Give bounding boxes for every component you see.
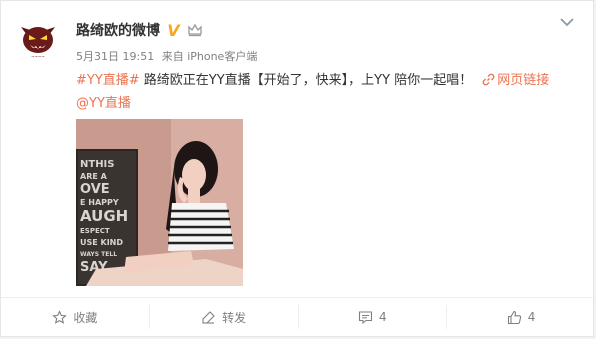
svg-text:AUGH: AUGH bbox=[80, 207, 128, 225]
web-link[interactable]: 网页链接 bbox=[497, 73, 549, 88]
author-name[interactable]: 路绮欧的微博 bbox=[76, 20, 160, 40]
repost-button[interactable]: 转发 bbox=[150, 305, 299, 329]
svg-text:NTHIS: NTHIS bbox=[80, 159, 114, 170]
chevron-down-icon[interactable] bbox=[559, 16, 575, 28]
svg-text:WAYS TELL: WAYS TELL bbox=[80, 251, 117, 258]
post-image: NTHIS ARE A OVE E HAPPY AUGH ESPECT USE … bbox=[76, 119, 243, 286]
comment-button[interactable]: 4 bbox=[299, 305, 448, 329]
thumbs-up-icon bbox=[507, 310, 521, 324]
link-icon bbox=[482, 73, 495, 86]
svg-text:~~~~: ~~~~ bbox=[31, 54, 44, 59]
comment-icon bbox=[358, 310, 373, 324]
post-text: 路绮欧正在YY直播【开始了，快来】，上YY 陪你一起唱！ bbox=[139, 73, 473, 88]
svg-text:ESPECT: ESPECT bbox=[80, 227, 110, 235]
repost-label: 转发 bbox=[222, 310, 247, 325]
comment-count: 4 bbox=[379, 310, 387, 324]
favorite-label: 收藏 bbox=[73, 310, 98, 325]
svg-text:OVE: OVE bbox=[80, 182, 110, 197]
like-button[interactable]: 4 bbox=[447, 305, 595, 329]
favorite-button[interactable]: 收藏 bbox=[1, 305, 150, 329]
post-meta: 5月31日 19:51 来自 iPhone客户端 bbox=[76, 48, 261, 64]
svg-text:USE KIND: USE KIND bbox=[80, 238, 123, 247]
mention-link[interactable]: @YY直播 bbox=[76, 96, 131, 111]
author-row: 路绮欧的微博 V bbox=[76, 20, 203, 40]
action-bar: 收藏 转发 4 4 bbox=[1, 298, 595, 336]
hashtag-link[interactable]: #YY直播# bbox=[76, 73, 140, 88]
post-content: #YY直播# 路绮欧正在YY直播【开始了，快来】，上YY 陪你一起唱！ 网页链接… bbox=[76, 69, 571, 115]
svg-text:ARE A: ARE A bbox=[80, 172, 108, 181]
repost-icon bbox=[202, 310, 215, 324]
verified-badge[interactable]: V bbox=[165, 22, 182, 39]
star-icon bbox=[52, 309, 68, 324]
crown-icon[interactable] bbox=[187, 23, 203, 37]
avatar[interactable]: ~~~~ bbox=[13, 13, 63, 63]
weibo-post-card: ~~~~ 路绮欧的微博 V 5月31日 19:51 来自 iPhone客户端 #… bbox=[0, 0, 595, 337]
devil-avatar: ~~~~ bbox=[13, 13, 63, 63]
like-count: 4 bbox=[527, 310, 536, 324]
svg-text:E HAPPY: E HAPPY bbox=[80, 198, 119, 207]
post-photo[interactable]: NTHIS ARE A OVE E HAPPY AUGH ESPECT USE … bbox=[76, 119, 243, 286]
post-date[interactable]: 5月31日 19:51 bbox=[76, 50, 154, 63]
post-source: 来自 iPhone客户端 bbox=[161, 50, 258, 63]
